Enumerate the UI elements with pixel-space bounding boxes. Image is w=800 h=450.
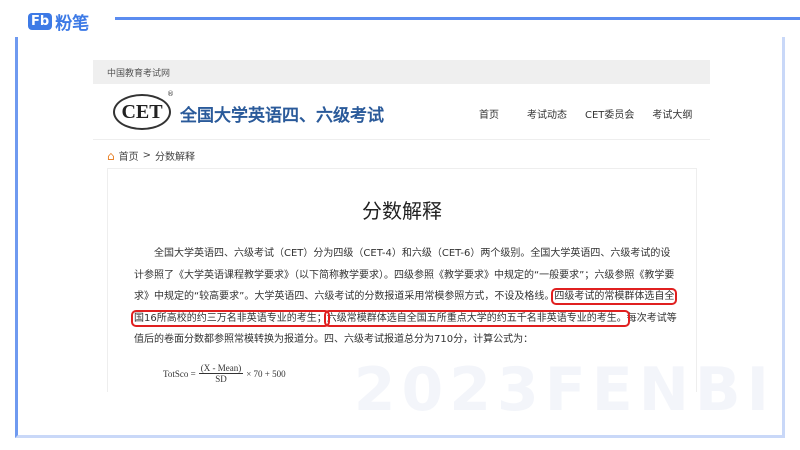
- formula-denominator: SD: [215, 374, 227, 384]
- logo-name: 粉笔: [55, 14, 90, 34]
- breadcrumb-home[interactable]: 首页: [119, 148, 139, 163]
- formula-rhs: × 70 + 500: [246, 368, 286, 379]
- article-paragraph: 全国大学英语四、六级考试（CET）分为四级（CET-4）和六级（CET-6）两个…: [130, 243, 679, 351]
- score-formula: TotSco = (X - Mean) SD × 70 + 500: [163, 363, 286, 384]
- nav-committee[interactable]: CET委员会: [585, 106, 634, 121]
- topbar-link[interactable]: 中国教育考试网: [107, 69, 170, 79]
- breadcrumb-current: 分数解释: [155, 152, 196, 163]
- cet-logo: CET: [113, 94, 171, 130]
- home-icon: ⌂: [107, 148, 115, 163]
- breadcrumb-separator: >: [142, 150, 152, 161]
- formula-lhs: TotSco =: [163, 368, 196, 379]
- nav-home[interactable]: 首页: [479, 106, 499, 121]
- nav-news[interactable]: 考试动态: [527, 106, 567, 121]
- site-header: CET ® 全国大学英语四、六级考试 首页 考试动态 CET委员会 考试大纲 考…: [93, 84, 710, 140]
- registered-mark: ®: [167, 90, 174, 98]
- nav-syllabus[interactable]: 考试大纲: [652, 106, 692, 121]
- fenbi-logo: Fb 粉笔: [28, 9, 89, 34]
- site-title: 全国大学英语四、六级考试: [180, 106, 384, 126]
- formula-numerator: (X - Mean): [198, 363, 244, 374]
- article: 分数解释 全国大学英语四、六级考试（CET）分为四级（CET-4）和六级（CET…: [107, 168, 697, 392]
- site-topbar: 中国教育考试网: [93, 60, 710, 84]
- article-title: 分数解释: [362, 199, 442, 223]
- main-nav: 首页 考试动态 CET委员会 考试大纲 考试: [479, 106, 710, 121]
- formula-fraction: (X - Mean) SD: [198, 363, 244, 384]
- top-divider: [115, 17, 800, 20]
- highlight-cet6-norm: 六级常模群体选自全国五所重点大学的约五千名非英语专业的考生。: [323, 309, 630, 327]
- breadcrumb: ⌂ 首页 > 分数解释: [107, 148, 196, 164]
- logo-mark: Fb: [28, 13, 53, 30]
